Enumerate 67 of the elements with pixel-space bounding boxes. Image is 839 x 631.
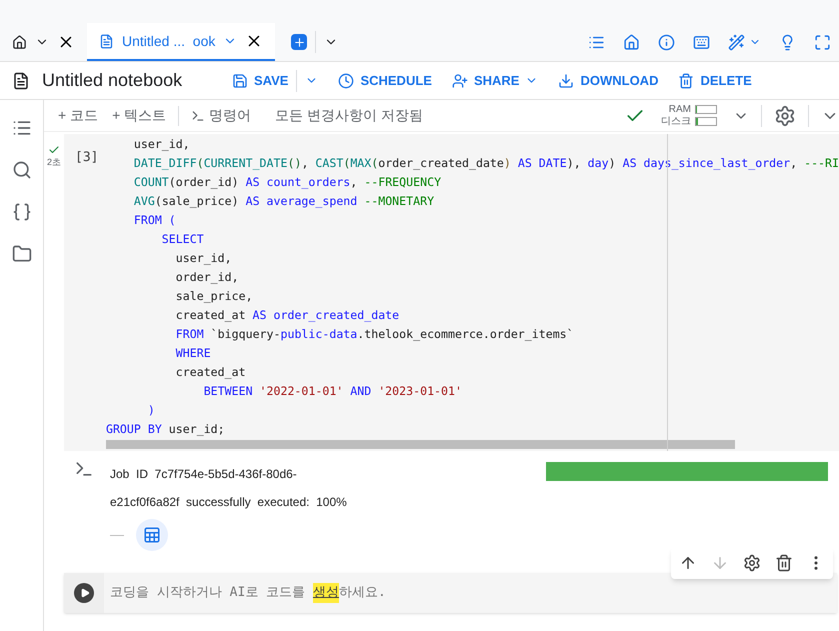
prompt-text: 코딩을 시작하거나 AI로 코드를 [110, 584, 306, 602]
disk-label: 디스크 [661, 116, 691, 128]
notebook-icon [99, 34, 114, 48]
code-line: FROM ( [132, 212, 176, 229]
execution-count: [3] [74, 149, 100, 167]
command-button[interactable]: 명령어 [191, 105, 252, 126]
code-line: BETWEEN '2022-01-01' AND '2023-01-01' [202, 383, 462, 400]
check-icon [48, 144, 60, 156]
play-icon [80, 588, 90, 598]
code-line: SELECT [160, 231, 204, 248]
toolbar-button[interactable]: SHARE [452, 70, 538, 90]
toolbar-button[interactable]: DOWNLOAD [558, 70, 658, 90]
toolbar-button[interactable]: SAVE [232, 70, 288, 90]
notebook-title[interactable]: Untitled notebook [42, 67, 232, 94]
prompt-text: 하세요. [338, 584, 386, 602]
variables-icon[interactable] [12, 202, 32, 222]
run-time: 2초 [46, 156, 61, 169]
add-tab-button[interactable] [291, 34, 308, 50]
search-icon[interactable] [12, 160, 32, 180]
code-line: GROUP BY user_id; [106, 421, 225, 438]
empty-code-cell[interactable]: 코딩을 시작하거나 AI로 코드를 생성하세요. [64, 573, 837, 613]
table-icon [143, 526, 161, 544]
generate-link[interactable]: 생성 [312, 583, 339, 603]
settings-icon[interactable] [774, 104, 796, 126]
wand-icon[interactable] [728, 34, 745, 50]
code-line: COUNT(order_id) AS count_orders, --FREQUENCY [132, 174, 442, 191]
home-icon [12, 34, 27, 50]
plus-icon [292, 36, 306, 48]
table-view-button[interactable] [136, 519, 168, 551]
delete-icon [678, 72, 694, 88]
code-line: created_at [174, 364, 246, 381]
code-line: AVG(sale_price) AS average_spend --MONETARY [132, 193, 434, 210]
code-line: FROM `bigquery-public-data.thelook_ecommerce.order_items` [174, 326, 574, 343]
add-text-button[interactable]: + 텍스트 [112, 105, 166, 126]
code-line: WHERE [174, 345, 211, 362]
schedule-icon [338, 72, 354, 88]
horizontal-scrollbar[interactable] [106, 440, 735, 449]
browser-tab[interactable]: Untitled ... ook [87, 23, 276, 61]
home-icon[interactable] [623, 34, 640, 50]
code-line: DATE_DIFF(CURRENT_DATE(), CAST(MAX(order_created_date) AS DATE), day) AS days_since_last_order, ---RI [132, 155, 839, 172]
toolbar-button[interactable]: SCHEDULE [338, 70, 432, 90]
tab-label: Untitled ... ook [122, 32, 216, 50]
add-code-button[interactable]: + 코드 [58, 105, 98, 126]
code-line: sale_price, [174, 288, 253, 305]
code-line: user_id, [132, 136, 190, 153]
ram-label: RAM [668, 104, 691, 116]
save-status: 모든 변경사항이 저장됨 [275, 106, 423, 125]
terminal-icon [191, 108, 206, 122]
code-line: order_id, [174, 269, 239, 286]
code-line: created_at AS order_created_date [174, 307, 400, 324]
settings-icon[interactable] [743, 554, 761, 572]
share-icon [452, 72, 468, 88]
info-icon[interactable] [658, 34, 675, 50]
code-line: ) [146, 402, 155, 419]
keyboard-icon[interactable] [693, 34, 710, 50]
job-status-text: e21cf0f6a82f successfully executed: 100% [110, 494, 348, 511]
fullscreen-icon[interactable] [814, 34, 831, 50]
code-line: user_id, [174, 250, 232, 267]
notebook-icon [12, 72, 30, 90]
delete-icon[interactable] [775, 554, 793, 572]
save-icon [232, 72, 248, 88]
job-status-text: Job ID 7c7f754e-5b5d-436f-80d6- [110, 466, 297, 483]
folder-icon[interactable] [12, 244, 32, 264]
download-icon [558, 72, 574, 88]
run-button[interactable] [74, 583, 94, 603]
move-up-icon[interactable] [679, 554, 697, 572]
toolbar-button[interactable]: DELETE [678, 70, 752, 90]
